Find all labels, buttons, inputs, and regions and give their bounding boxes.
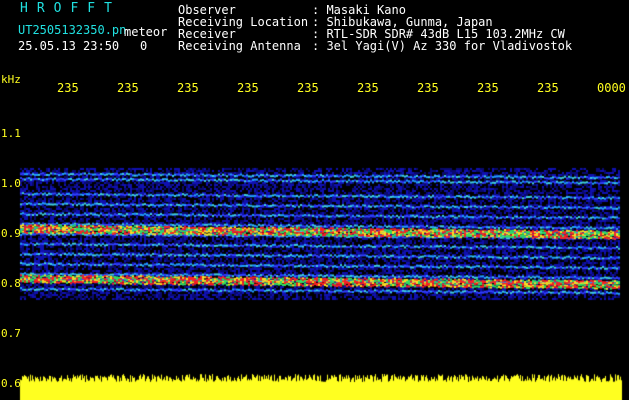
y-tick-label: 0.7 <box>1 327 21 340</box>
x-tick-label: 235 <box>117 81 139 95</box>
y-tick-label: 0.8 <box>1 277 21 290</box>
brand-title: HROFFT <box>20 1 121 16</box>
detection-count: 0 <box>140 39 148 53</box>
y-unit-label: kHz <box>1 73 21 86</box>
spectrogram: kHz 1.1 1.0 0.9 0.8 0.7 0.6 235 235 235 235 235 23… <box>0 62 629 400</box>
x-tick-label: 235 <box>537 81 559 95</box>
x-tick-label: 235 <box>357 81 379 95</box>
meteor-label: meteor <box>124 25 168 39</box>
antenna-value: : 3el Yagi(V) Az 330 for Vladivostok <box>312 39 573 53</box>
x-tick-label: 235 <box>297 81 319 95</box>
file-name: UT2505132350.pn <box>18 23 127 37</box>
y-tick-label: 1.0 <box>1 177 21 190</box>
x-tick-label: 235 <box>417 81 439 95</box>
y-tick-label: 1.1 <box>1 127 21 140</box>
antenna-label: Receiving Antenna <box>178 39 301 53</box>
y-tick-label: 0.9 <box>1 227 21 240</box>
x-tick-label: 235 <box>237 81 259 95</box>
timestamp: 25.05.13 23:50 <box>18 39 120 53</box>
x-tick-label: 235 <box>477 81 499 95</box>
x-tick-label: 235 <box>177 81 199 95</box>
y-tick-label: 0.6 <box>1 377 21 390</box>
x-tick-label: 0000 <box>597 81 626 95</box>
header: HROFFT UT2505132350.pn meteor 25.05.13 2… <box>0 0 629 62</box>
x-tick-label: 235 <box>57 81 79 95</box>
spectrogram-canvas <box>0 62 629 400</box>
